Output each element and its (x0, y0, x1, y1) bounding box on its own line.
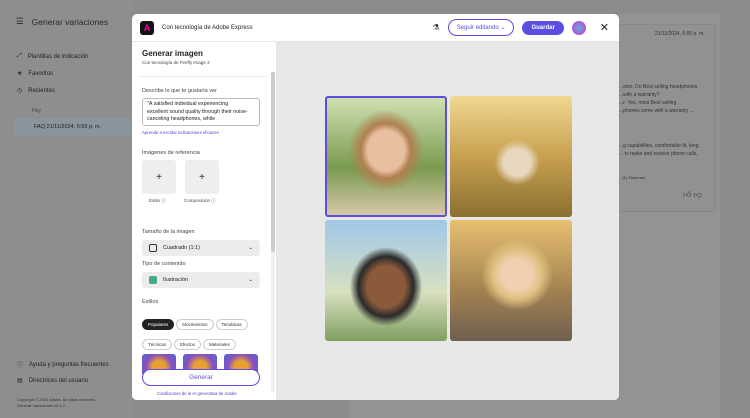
chevron-down-icon: ⌄ (248, 245, 253, 251)
panel-subtitle: Con tecnología de Firefly Image 3 (142, 60, 210, 65)
generate-panel: Generar imagen Con tecnología de Firefly… (132, 42, 277, 400)
chip-techniques[interactable]: Técnicas (142, 339, 173, 350)
generated-image-2[interactable] (450, 96, 572, 217)
square-icon (149, 244, 157, 252)
bg-answer: ...g capabilities, comfortable fit, long… (619, 143, 699, 157)
version: Generar variaciones v2.1.2 (17, 403, 66, 408)
panel-title: Generar imagen (142, 49, 203, 58)
prompt-label: Describe lo que te gustaría ver (142, 88, 217, 94)
clock-icon: ◷ (17, 88, 23, 94)
styles-label: Estilos (142, 299, 159, 305)
size-label: Tamaño de la imagen (142, 229, 195, 235)
generated-image-1[interactable] (325, 96, 447, 217)
thumbs-up-icon[interactable]: 👍︎ (683, 190, 691, 199)
adobe-express-logo: A (140, 20, 154, 35)
document-icon: ▤ (17, 378, 23, 384)
wand-icon: ⤢ (17, 53, 22, 59)
chip-popular[interactable]: Populares (142, 319, 175, 330)
chevron-down-icon: ⌄ (500, 25, 506, 31)
adobe-express-modal: A Con tecnología de Adobe Express ⚗ Segu… (132, 14, 619, 400)
prompt-input[interactable]: "A satisfied individual experiencing exc… (142, 98, 260, 126)
continue-editing-button[interactable]: Seguir editando ⌄ (447, 19, 515, 36)
recent-item-label: FAQ 21/11/2024, 5:59 p. m. (34, 124, 102, 130)
menu-icon[interactable]: ☰ (16, 16, 24, 27)
info-icon[interactable]: ⓘ (161, 198, 166, 203)
illustration-icon (149, 276, 157, 284)
bg-footnote: ...(1) Sistemas (619, 175, 645, 180)
terms-link[interactable]: Condiciones de la IA generativa de Adobe (157, 391, 237, 396)
chip-themes[interactable]: Temáticas (215, 319, 248, 330)
scrollbar[interactable] (271, 72, 275, 392)
sidebar-item-recent[interactable]: ◷ Recientes (17, 87, 55, 95)
generated-image-4[interactable] (450, 220, 572, 341)
background-card (604, 24, 716, 212)
help-link[interactable]: ⓘ Ayuda y preguntas frecuentes (17, 360, 109, 370)
app-title: ☰ Generar variaciones (16, 16, 109, 27)
size-select[interactable]: Cuadrado (1:1) ⌄ (142, 240, 260, 256)
style-reference-button[interactable]: + (142, 160, 176, 194)
info-icon[interactable]: ⓘ (211, 198, 216, 203)
close-icon[interactable]: ✕ (600, 21, 609, 34)
content-type-select[interactable]: Ilustración ⌄ (142, 272, 260, 288)
save-button[interactable]: Guardar (522, 20, 564, 35)
flask-icon[interactable]: ⚗ (433, 23, 440, 32)
chip-movements[interactable]: Movimientos (176, 319, 214, 330)
chip-materials[interactable]: Materiales (203, 339, 236, 350)
composition-reference-button[interactable]: + (185, 160, 219, 194)
avatar[interactable] (571, 20, 586, 35)
generate-button[interactable]: Generar (142, 369, 260, 386)
content-type-label: Tipo de contenido (142, 261, 186, 267)
chevron-down-icon: ⌄ (248, 277, 253, 283)
chip-effects[interactable]: Efectos (174, 339, 202, 350)
bg-timestamp: 21/11/2024, 6:00 p. m. (655, 31, 705, 37)
sidebar: ☰ Generar variaciones ⤢ Plantillas de indi… (0, 0, 132, 418)
thumbs-down-icon[interactable]: 👎︎ (694, 190, 702, 199)
star-icon: ★ (17, 71, 23, 77)
generated-image-3[interactable] (325, 220, 447, 341)
results-area (277, 42, 619, 400)
help-icon: ⓘ (17, 363, 24, 369)
guidelines-link[interactable]: ▤ Directrices del usuario (17, 377, 88, 385)
bg-qa: ...sion: Do Best selling headphones ...wi… (619, 84, 698, 114)
sidebar-item-templates[interactable]: ⤢ Plantillas de indicación (17, 53, 89, 60)
reference-label: Imágenes de referencia (142, 150, 200, 156)
group-label: Hoy (32, 108, 41, 114)
sidebar-item-favorites[interactable]: ★ Favoritos (17, 70, 53, 78)
learn-link[interactable]: Aprende a escribir indicaciones eficaces (142, 130, 219, 135)
